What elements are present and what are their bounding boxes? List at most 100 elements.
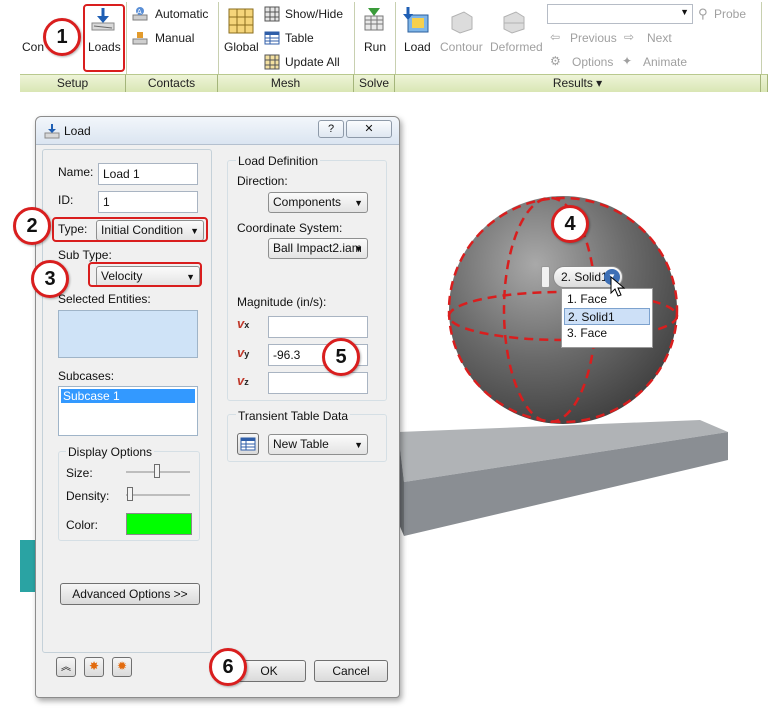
name-label: Name:	[58, 165, 94, 179]
table-button[interactable]: Table	[285, 31, 314, 45]
entity-selector-list: 1. Face 2. Solid1 3. Face	[561, 288, 653, 348]
results-dropdown[interactable]: ▼	[547, 4, 693, 24]
manual-button[interactable]: Manual	[155, 31, 194, 45]
list-item[interactable]: 1. Face	[564, 291, 650, 308]
size-slider-thumb[interactable]	[154, 464, 160, 478]
ribbon-con-label[interactable]: Con	[22, 40, 44, 54]
entity-selector-value: 2. Solid1	[561, 270, 608, 284]
direction-dropdown-value: Components	[273, 195, 342, 209]
vz-subscript: z	[244, 377, 249, 387]
chevron-down-icon: ▼	[354, 244, 363, 254]
id-label: ID:	[58, 193, 74, 207]
highlight-subtype	[88, 262, 202, 287]
magnitude-label: Magnitude (in/s):	[237, 295, 327, 309]
vx-subscript: x	[244, 320, 250, 330]
list-item[interactable]: 3. Face	[564, 325, 650, 342]
density-slider-thumb[interactable]	[127, 487, 133, 501]
id-field[interactable]: 1	[98, 191, 198, 213]
previous-arrow-icon: ⇦	[550, 30, 561, 44]
ribbon-separator	[761, 2, 762, 74]
highlight-all-button[interactable]: ✹	[112, 657, 132, 677]
show-hide-mesh-icon	[264, 6, 280, 22]
density-slider[interactable]	[126, 494, 190, 496]
table-editor-button[interactable]	[237, 433, 259, 455]
name-field[interactable]: Load 1	[98, 163, 198, 185]
highlight-button[interactable]: ✸	[84, 657, 104, 677]
cancel-button[interactable]: Cancel	[314, 660, 388, 682]
show-hide-button[interactable]: Show/Hide	[285, 7, 343, 21]
global-button[interactable]: Global	[224, 40, 259, 54]
subtype-label: Sub Type:	[58, 248, 112, 262]
direction-dropdown[interactable]: Components ▼	[268, 192, 368, 213]
callout-3: 3	[31, 260, 69, 298]
ribbon-section-mesh: Mesh	[218, 74, 354, 92]
callout-1: 1	[43, 18, 81, 56]
color-swatch[interactable]	[126, 513, 192, 535]
contour-icon	[451, 11, 473, 34]
advanced-options-button[interactable]: Advanced Options >>	[60, 583, 200, 605]
callout-4: 4	[551, 205, 589, 243]
ribbon-section-results[interactable]: Results ▾	[395, 74, 761, 92]
load-results-icon	[403, 7, 429, 33]
deformed-button[interactable]: Deformed	[490, 40, 543, 54]
load-results-button[interactable]: Load	[404, 40, 431, 54]
automatic-contacts-icon: A	[132, 7, 148, 21]
ribbon: Con Loads A Automatic Manual Global Show…	[20, 0, 768, 92]
ribbon-separator	[218, 2, 219, 74]
collapse-button[interactable]: ︽	[56, 657, 76, 677]
vz-label: vz	[237, 373, 249, 388]
vy-subscript: y	[244, 349, 250, 359]
load-definition-label: Load Definition	[236, 154, 321, 168]
callout-2: 2	[13, 207, 51, 245]
ribbon-separator	[354, 2, 355, 74]
ribbon-separator	[395, 2, 396, 74]
callout-6: 6	[209, 648, 247, 686]
callout-5: 5	[322, 338, 360, 376]
close-button[interactable]: ✕	[346, 120, 392, 138]
animate-button[interactable]: Animate	[643, 55, 687, 69]
global-mesh-icon	[228, 8, 254, 34]
update-all-button[interactable]: Update All	[285, 55, 340, 69]
contour-button[interactable]: Contour	[440, 40, 483, 54]
dialog-title-bar[interactable]: Load ? ✕	[36, 117, 399, 145]
subcases-list[interactable]: Subcase 1	[58, 386, 198, 436]
options-button[interactable]: Options	[572, 55, 613, 69]
run-button[interactable]: Run	[364, 40, 386, 54]
ribbon-section-setup: Setup	[20, 74, 126, 92]
table-icon	[240, 437, 256, 451]
probe-icon: ⚲	[698, 6, 708, 21]
svg-text:A: A	[137, 9, 142, 16]
color-label: Color:	[66, 518, 99, 532]
previous-button[interactable]: Previous	[570, 31, 617, 45]
ribbon-section-solve: Solve	[354, 74, 395, 92]
update-all-icon	[264, 54, 280, 70]
selection-box-handle[interactable]	[541, 266, 550, 288]
highlight-loads	[83, 4, 125, 72]
starburst-icon: ✸	[88, 659, 100, 673]
vx-label: vx	[237, 316, 249, 331]
coordinate-system-dropdown[interactable]: Ball Impact2.iam ▼	[268, 238, 368, 259]
chevron-down-icon: ▼	[680, 7, 689, 17]
probe-button[interactable]: Probe	[714, 7, 746, 21]
vz-field[interactable]	[268, 372, 368, 394]
load-dialog: Load ? ✕ Name: Load 1 ID: 1 Type: Initia…	[35, 116, 400, 698]
load-dialog-icon	[44, 124, 60, 139]
subcase-item[interactable]: Subcase 1	[61, 389, 195, 403]
vx-field[interactable]	[268, 316, 368, 338]
chevron-down-icon: ▼	[354, 440, 363, 450]
list-item-selected[interactable]: 2. Solid1	[564, 308, 650, 325]
help-button[interactable]: ?	[318, 120, 344, 138]
animate-icon: ✦	[622, 54, 633, 68]
next-button[interactable]: Next	[647, 31, 672, 45]
options-icon: ⚙	[550, 54, 561, 68]
mouse-cursor-icon	[610, 276, 626, 297]
automatic-button[interactable]: Automatic	[155, 7, 208, 21]
chevron-down-icon: ▼	[354, 198, 363, 208]
manual-contacts-icon	[132, 32, 148, 45]
ribbon-section-contacts: Contacts	[126, 74, 218, 92]
table-dropdown[interactable]: New Table ▼	[268, 434, 368, 455]
highlight-type	[52, 217, 208, 242]
subcases-label: Subcases:	[58, 369, 115, 383]
selected-entities-box[interactable]	[58, 310, 198, 358]
transient-table-label: Transient Table Data	[236, 409, 351, 423]
